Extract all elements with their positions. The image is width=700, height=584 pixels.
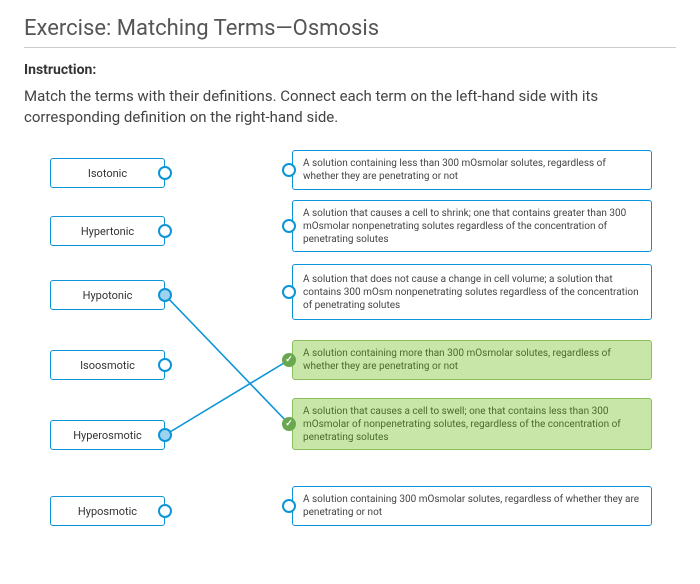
term-label: Isoosmotic (80, 359, 135, 372)
instruction-heading: Instruction: (24, 62, 676, 78)
definition-connector[interactable] (282, 499, 296, 513)
term-connector[interactable] (158, 428, 172, 442)
term-label: Hypertonic (81, 225, 134, 238)
term-connector[interactable] (158, 288, 172, 302)
definition-box[interactable]: A solution containing more than 300 mOsm… (292, 340, 652, 380)
definition-box[interactable]: A solution that does not cause a change … (292, 264, 652, 320)
definition-text: A solution containing 300 mOsmolar solut… (303, 493, 641, 519)
definition-text: A solution containing more than 300 mOsm… (303, 347, 641, 373)
definition-connector[interactable] (282, 285, 296, 299)
check-icon[interactable] (282, 353, 296, 367)
term-box[interactable]: Hypertonic (50, 216, 165, 246)
definition-box[interactable]: A solution containing less than 300 mOsm… (292, 150, 652, 190)
term-label: Hyposmotic (78, 505, 137, 518)
term-box[interactable]: Isoosmotic (50, 350, 165, 380)
definition-text: A solution that does not cause a change … (303, 273, 641, 312)
term-box[interactable]: Hypotonic (50, 280, 165, 310)
definition-text: A solution that causes a cell to shrink;… (303, 207, 641, 246)
definition-connector[interactable] (282, 163, 296, 177)
definition-connector[interactable] (282, 219, 296, 233)
term-connector[interactable] (158, 358, 172, 372)
term-label: Isotonic (88, 167, 127, 180)
term-box[interactable]: Hyposmotic (50, 496, 165, 526)
matching-area: Isotonic Hypertonic Hypotonic Isoosmotic Hyp… (30, 150, 660, 560)
definition-box[interactable]: A solution that causes a cell to shrink;… (292, 200, 652, 252)
definition-text: A solution containing less than 300 mOsm… (303, 157, 641, 183)
term-box[interactable]: Isotonic (50, 158, 165, 188)
page-title: Exercise: Matching Terms—Osmosis (24, 16, 676, 48)
term-label: Hyperosmotic (73, 429, 142, 442)
term-connector[interactable] (158, 166, 172, 180)
term-connector[interactable] (158, 224, 172, 238)
definition-box[interactable]: A solution that causes a cell to swell; … (292, 398, 652, 450)
check-icon[interactable] (282, 417, 296, 431)
instruction-text: Match the terms with their definitions. … (24, 86, 676, 128)
definition-text: A solution that causes a cell to swell; … (303, 405, 641, 444)
definition-box[interactable]: A solution containing 300 mOsmolar solut… (292, 486, 652, 526)
term-connector[interactable] (158, 504, 172, 518)
term-label: Hypotonic (83, 289, 133, 302)
term-box[interactable]: Hyperosmotic (50, 420, 165, 450)
